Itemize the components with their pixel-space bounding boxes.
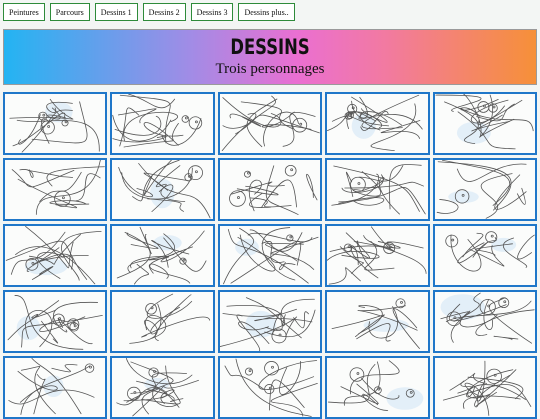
drawing-thumbnail[interactable] — [325, 92, 430, 155]
sketch-image — [440, 292, 535, 344]
drawing-thumbnail[interactable] — [110, 92, 215, 155]
sketch-image — [9, 98, 100, 153]
nav-dessins-plus-button[interactable]: Dessins plus.. — [238, 3, 295, 21]
drawing-thumbnail[interactable] — [217, 290, 323, 353]
sketch-image — [11, 160, 105, 215]
drawing-thumbnail[interactable] — [110, 158, 215, 221]
sketch-image — [118, 160, 211, 219]
sketch-image — [8, 358, 95, 415]
drawing-thumbnail[interactable] — [432, 290, 537, 353]
drawing-thumbnail[interactable] — [217, 92, 323, 155]
nav-dessins-2-button[interactable]: Dessins 2 — [142, 3, 186, 21]
drawing-thumbnail[interactable] — [3, 158, 108, 221]
nav-dessins-3-button[interactable]: Dessins 3 — [190, 3, 234, 21]
drawing-thumbnail[interactable] — [432, 158, 537, 221]
drawing-thumbnail[interactable] — [110, 224, 215, 287]
drawing-thumbnail[interactable] — [3, 290, 108, 353]
nav-peintures-button[interactable]: Peintures — [3, 3, 45, 21]
sketch-image — [116, 358, 200, 417]
drawing-thumbnail[interactable] — [110, 290, 215, 353]
sketch-image — [7, 295, 103, 350]
drawing-thumbnail[interactable] — [217, 356, 323, 419]
sketch-image — [327, 226, 427, 285]
sketch-image — [228, 165, 318, 215]
drawing-thumbnail[interactable] — [325, 158, 430, 221]
sketch-image — [331, 164, 426, 215]
drawing-thumbnail[interactable] — [217, 158, 323, 221]
sketch-image — [331, 298, 421, 349]
sketch-image — [224, 358, 318, 417]
drawing-thumbnail[interactable] — [325, 224, 430, 287]
page-title: DESSINS — [230, 35, 310, 59]
drawing-thumbnail[interactable] — [3, 356, 108, 419]
drawing-gallery — [3, 92, 537, 419]
drawing-thumbnail[interactable] — [110, 356, 215, 419]
drawing-thumbnail[interactable] — [325, 356, 430, 419]
sketch-image — [5, 226, 102, 285]
sketch-image — [436, 160, 527, 219]
top-navigation: Peintures Parcours Dessins 1 Dessins 2 D… — [3, 3, 295, 21]
nav-parcours-button[interactable]: Parcours — [49, 3, 90, 21]
sketch-image — [112, 94, 203, 148]
sketch-image — [129, 293, 211, 344]
drawing-thumbnail[interactable] — [432, 356, 537, 419]
sketch-image — [444, 231, 535, 272]
drawing-thumbnail[interactable] — [3, 92, 108, 155]
drawing-thumbnail[interactable] — [217, 224, 323, 287]
sketch-image — [434, 94, 534, 150]
sketch-image — [117, 226, 207, 285]
sketch-image — [219, 297, 316, 351]
header-banner: DESSINS Trois personnages — [3, 29, 537, 85]
nav-dessins-1-button[interactable]: Dessins 1 — [94, 3, 138, 21]
drawing-thumbnail[interactable] — [3, 224, 108, 287]
sketch-image — [327, 94, 423, 152]
drawing-thumbnail[interactable] — [325, 290, 430, 353]
drawing-thumbnail[interactable] — [432, 224, 537, 287]
sketch-image — [328, 360, 424, 411]
sketch-image — [442, 360, 531, 416]
sketch-image — [222, 227, 319, 285]
page-subtitle: Trois personnages — [215, 61, 325, 77]
sketch-image — [221, 95, 320, 152]
drawing-thumbnail[interactable] — [432, 92, 537, 155]
